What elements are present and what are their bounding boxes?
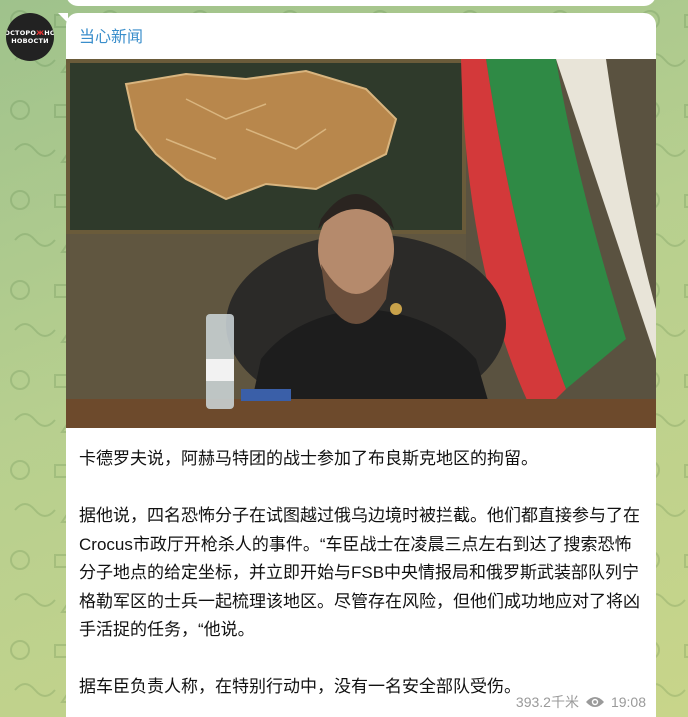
- channel-name[interactable]: 当心新闻: [79, 23, 143, 47]
- view-count: 393.2千米: [515, 694, 579, 710]
- message-photo[interactable]: [66, 59, 656, 428]
- eye-icon: [585, 697, 604, 707]
- message-text: 卡德罗夫说，阿赫马特团的战士参加了布良斯克地区的拘留。 据他说，四名恐怖分子在试…: [79, 445, 645, 702]
- avatar-logo-text: ОСТОРОЖНО НОВОСТИ: [6, 29, 54, 45]
- message-time: 19:08: [610, 694, 646, 710]
- photo-illustration: [66, 59, 656, 428]
- message-bubble: 当心新闻 卡德罗夫说，阿赫马特团的战士参加了布良斯克地区的拘留。 据他说，四名恐…: [66, 13, 656, 717]
- message-paragraph-1: 卡德罗夫说，阿赫马特团的战士参加了布良斯克地区的拘留。: [79, 449, 538, 468]
- previous-message-bubble: [66, 0, 656, 6]
- message-paragraph-2: 据他说，四名恐怖分子在试图越过俄乌边境时被拦截。他们都直接参与了在Crocus市…: [79, 506, 640, 639]
- message-meta: 393.2千米 19:08: [516, 692, 646, 712]
- channel-avatar[interactable]: ОСТОРОЖНО НОВОСТИ: [6, 13, 54, 61]
